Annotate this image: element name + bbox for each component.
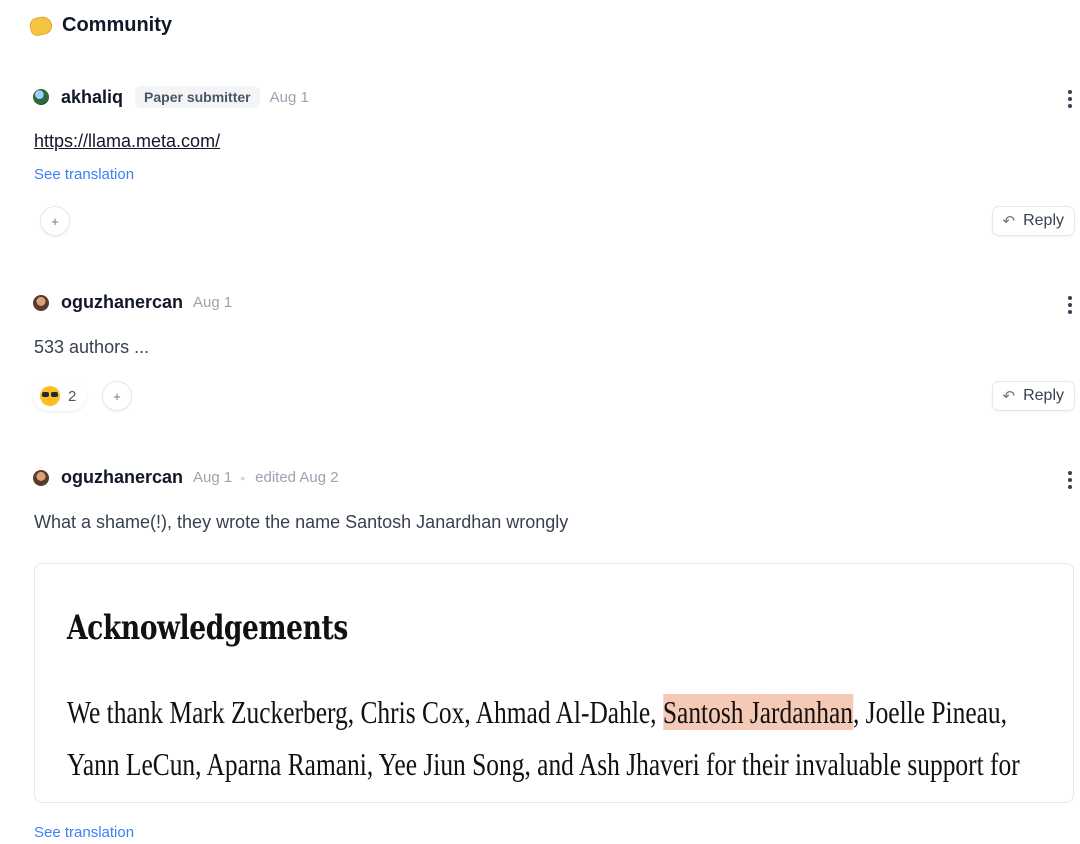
see-translation-link[interactable]: See translation xyxy=(34,166,134,183)
see-translation-link[interactable]: See translation xyxy=(34,824,134,841)
paragraph-text: We thank Mark Zuckerberg, Chris Cox, Ahm… xyxy=(67,694,663,730)
reaction-button[interactable]: 2 xyxy=(33,381,87,411)
more-options-icon[interactable] xyxy=(1068,296,1072,314)
add-reaction-button[interactable]: + xyxy=(40,206,70,236)
avatar[interactable] xyxy=(33,469,49,486)
sunglasses-face-icon xyxy=(40,386,60,406)
username[interactable]: oguzhanercan xyxy=(61,292,183,313)
community-header: Community xyxy=(28,14,172,37)
reaction-count: 2 xyxy=(68,387,77,405)
acknowledgements-paragraph: We thank Mark Zuckerberg, Chris Cox, Ahm… xyxy=(67,686,1021,802)
paper-submitter-badge: Paper submitter xyxy=(135,86,260,108)
comment-date: Aug 1 xyxy=(193,469,233,486)
more-options-icon[interactable] xyxy=(1068,90,1072,108)
attached-image[interactable]: Acknowledgements We thank Mark Zuckerber… xyxy=(34,563,1074,803)
reply-button[interactable]: ↶ Reply xyxy=(991,381,1075,411)
avatar[interactable] xyxy=(33,294,49,311)
reply-arrow-icon: ↶ xyxy=(1002,388,1016,405)
acknowledgements-heading: Acknowledgements xyxy=(67,608,348,648)
username[interactable]: akhaliq xyxy=(61,87,123,108)
comment-header: akhaliq Paper submitter Aug 1 xyxy=(33,86,309,108)
comment-header: oguzhanercan Aug 1 • edited Aug 2 xyxy=(33,467,339,488)
comment-link[interactable]: https://llama.meta.com/ xyxy=(34,131,220,151)
comment-date: Aug 1 xyxy=(193,294,233,311)
avatar[interactable] xyxy=(33,89,49,105)
comment-body: https://llama.meta.com/ xyxy=(34,131,220,152)
more-options-icon[interactable] xyxy=(1068,471,1072,489)
reply-button[interactable]: ↶ Reply xyxy=(991,206,1075,236)
comment-date: Aug 1 xyxy=(269,88,309,106)
username[interactable]: oguzhanercan xyxy=(61,467,183,488)
edited-label[interactable]: edited Aug 2 xyxy=(255,469,338,486)
separator-dot: • xyxy=(240,469,246,486)
comment-body: 533 authors ... xyxy=(34,337,150,357)
clapping-hands-icon xyxy=(28,14,54,37)
reply-label: Reply xyxy=(1023,387,1064,404)
highlighted-name: Santosh Jardanhan xyxy=(662,694,853,730)
comment-body: What a shame(!), they wrote the name San… xyxy=(34,512,569,532)
comment-header: oguzhanercan Aug 1 xyxy=(33,292,232,313)
community-title: Community xyxy=(62,14,172,36)
reply-arrow-icon: ↶ xyxy=(1002,213,1016,230)
add-reaction-button[interactable]: + xyxy=(102,381,132,411)
reply-label: Reply xyxy=(1023,212,1064,229)
